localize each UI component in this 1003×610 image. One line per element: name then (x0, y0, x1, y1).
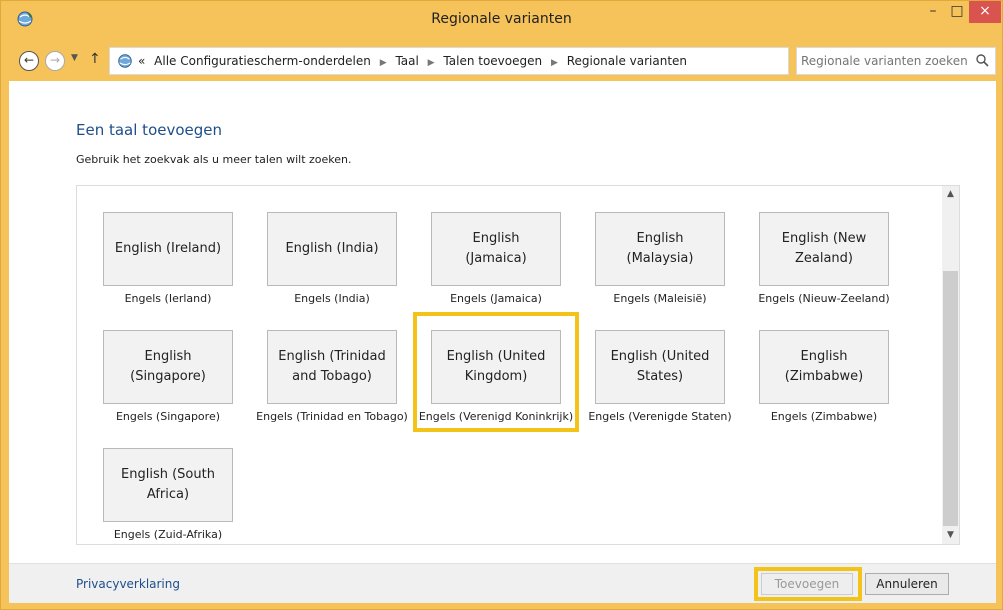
minimize-button[interactable]: – (921, 1, 945, 23)
breadcrumb-separator-icon[interactable]: ▶ (380, 58, 387, 68)
breadcrumb-item-language[interactable]: Taal (395, 54, 418, 68)
cancel-button[interactable]: Annuleren (865, 573, 949, 595)
scroll-thumb[interactable] (943, 271, 958, 526)
language-tile-english-malaysia[interactable]: English (Malaysia) (595, 212, 725, 286)
address-bar: ← → ▼ ↑ « Alle Configuratiescherm-onderd… (9, 47, 996, 75)
language-tile-english-trinidad-tobago[interactable]: English (Trinidad and Tobago) (267, 330, 397, 404)
search-icon[interactable] (975, 53, 989, 67)
scroll-up-icon[interactable]: ▲ (942, 186, 959, 203)
breadcrumb-item-add-languages[interactable]: Talen toevoegen (443, 54, 542, 68)
breadcrumb[interactable]: « Alle Configuratiescherm-onderdelen ▶ T… (109, 47, 879, 75)
language-tile-english-ireland[interactable]: English (Ireland) (103, 212, 233, 286)
recent-locations-dropdown-icon[interactable]: ▼ (71, 53, 78, 63)
language-caption: Engels (Singapore) (115, 410, 221, 423)
search-input[interactable] (801, 52, 971, 70)
language-caption: Engels (India) (294, 292, 370, 305)
maximize-button[interactable]: □ (945, 1, 969, 23)
title-bar: Regionale varianten – □ × (1, 1, 1002, 37)
search-box[interactable] (796, 47, 996, 75)
language-list[interactable]: English (Ireland) Engels (Ierland) Engli… (76, 185, 960, 545)
up-arrow-icon[interactable]: ↑ (89, 51, 101, 67)
language-caption: Engels (Nieuw-Zeeland) (758, 292, 890, 305)
page-title: Een taal toevoegen (76, 121, 223, 139)
language-tile-english-united-kingdom[interactable]: English (United Kingdom) (431, 330, 561, 404)
partially-hidden-row (77, 186, 937, 190)
footer: Privacyverklaring Toevoegen Annuleren (9, 563, 996, 603)
vertical-scrollbar[interactable]: ▲ ▼ (942, 186, 959, 544)
window: Regionale varianten – □ × ← → ▼ ↑ « Alle… (0, 0, 1003, 610)
breadcrumb-item-all-control-panel[interactable]: Alle Configuratiescherm-onderdelen (154, 54, 371, 68)
language-caption: Engels (Verenigd Koninkrijk) (418, 410, 574, 423)
forward-arrow-icon[interactable]: → (45, 51, 65, 71)
language-caption: Engels (Zimbabwe) (770, 410, 878, 423)
language-tile-english-united-states[interactable]: English (United States) (595, 330, 725, 404)
language-tile-english-india[interactable]: English (India) (267, 212, 397, 286)
control-panel-icon (118, 54, 132, 68)
language-tile-english-new-zealand[interactable]: English (New Zealand) (759, 212, 889, 286)
language-caption: Engels (Jamaica) (450, 292, 542, 305)
language-caption: Engels (Ierland) (124, 292, 212, 305)
breadcrumb-item-regional-variants[interactable]: Regionale varianten (567, 54, 687, 68)
add-button[interactable]: Toevoegen (761, 573, 853, 595)
scroll-down-icon[interactable]: ▼ (942, 527, 959, 544)
breadcrumb-prefix: « (138, 54, 146, 68)
breadcrumb-separator-icon[interactable]: ▶ (428, 58, 435, 68)
language-caption: Engels (Zuid-Afrika) (113, 528, 223, 541)
main-content: Een taal toevoegen Gebruik het zoekvak a… (9, 81, 996, 563)
window-title: Regionale varianten (431, 11, 572, 27)
language-caption: Engels (Trinidad en Tobago) (256, 410, 408, 423)
privacy-link[interactable]: Privacyverklaring (76, 577, 180, 591)
language-caption: Engels (Verenigde Staten) (588, 410, 732, 423)
language-tile-english-zimbabwe[interactable]: English (Zimbabwe) (759, 330, 889, 404)
back-arrow-icon[interactable]: ← (19, 51, 39, 71)
close-button[interactable]: × (969, 1, 1001, 23)
page-instructions: Gebruik het zoekvak als u meer talen wil… (76, 153, 352, 166)
language-tile-english-south-africa[interactable]: English (South Africa) (103, 448, 233, 522)
language-tile-english-singapore[interactable]: English (Singapore) (103, 330, 233, 404)
breadcrumb-separator-icon[interactable]: ▶ (551, 58, 558, 68)
language-tile-english-jamaica[interactable]: English (Jamaica) (431, 212, 561, 286)
language-caption: Engels (Maleisië) (613, 292, 707, 305)
